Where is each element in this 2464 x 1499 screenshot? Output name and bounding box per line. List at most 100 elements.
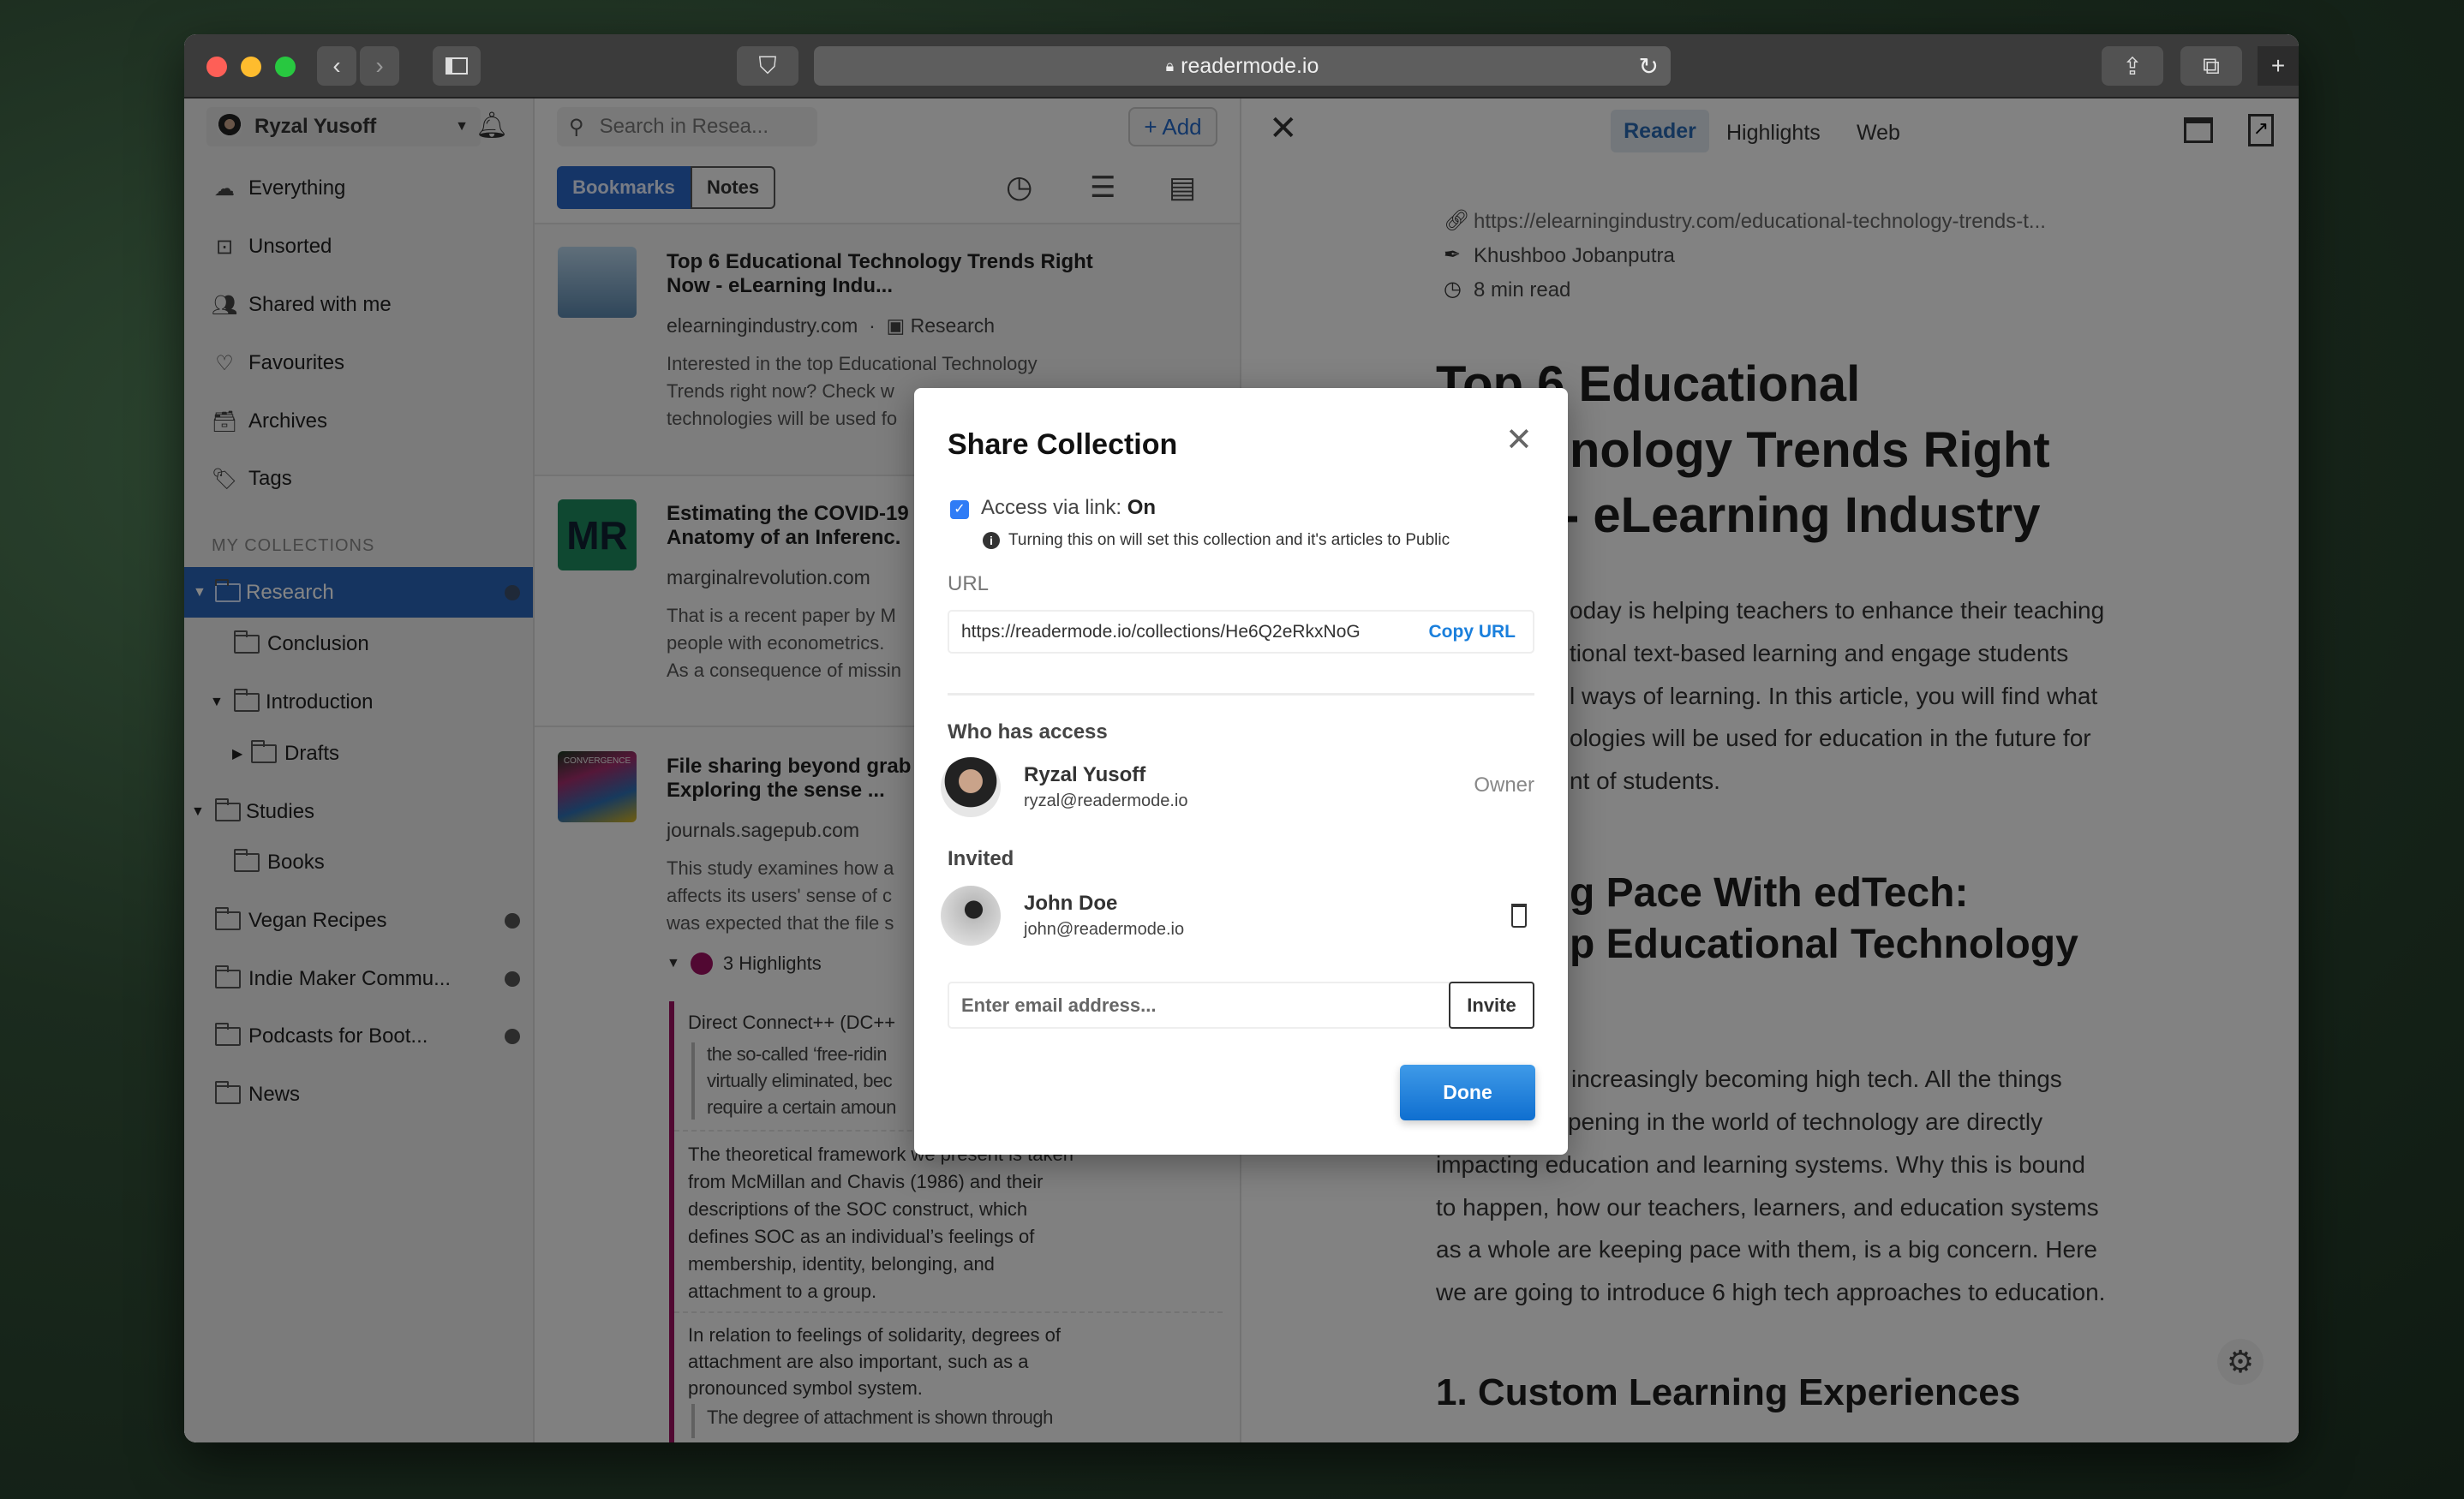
highlight-note: The degree of attachment is shown throug… — [707, 1406, 1053, 1428]
search-input[interactable]: ⚲ Search in Resea... — [557, 107, 817, 146]
new-tab-button[interactable]: + — [2258, 46, 2299, 86]
sidebar-item-label: Unsorted — [248, 235, 332, 258]
window-layout-icon[interactable] — [2184, 117, 2213, 143]
view-mode-icon[interactable]: ▤ — [1169, 170, 1196, 205]
sidebar: Ryzal Yusoff ▼ 🔔︎ ☁︎ Everything ⊡ Unsorted… — [184, 99, 535, 1442]
collection-drafts[interactable]: ▶ Drafts — [184, 731, 533, 777]
collection-studies[interactable]: ▼ Studies — [184, 789, 533, 835]
tab-web[interactable]: Web — [1857, 121, 1900, 146]
shared-folder-icon: ▣ — [886, 314, 906, 337]
item-description: That is a recent paper by Mpeople with e… — [667, 605, 901, 681]
sidebar-item-label: Tags — [248, 467, 292, 490]
share-button[interactable]: ⇪ — [2102, 46, 2163, 86]
collection-label: Research — [246, 580, 334, 604]
globe-icon — [505, 1029, 520, 1044]
caret-right-icon[interactable]: ▶ — [232, 745, 242, 762]
article-url[interactable]: https://elearningindustry.com/educationa… — [1474, 210, 2046, 234]
collection-news[interactable]: News — [184, 1072, 533, 1118]
collection-label: Books — [267, 851, 325, 874]
sidebar-item-everything[interactable]: ☁︎ Everything — [184, 165, 533, 212]
article-heading: 1. Custom Learning Experiences — [1436, 1371, 2021, 1413]
collection-indie-maker[interactable]: Indie Maker Commu... — [184, 956, 533, 1002]
collection-research[interactable]: ▼ Research — [184, 567, 533, 618]
tabs-icon: ⧉ — [2203, 51, 2220, 79]
collection-label: Podcasts for Boot... — [248, 1024, 428, 1048]
owner-role: Owner — [1474, 773, 1534, 797]
collection-vegan-recipes[interactable]: Vegan Recipes — [184, 898, 533, 944]
caret-down-icon[interactable]: ▼ — [210, 695, 224, 710]
url-field[interactable]: https://readermode.io/collections/He6Q2e… — [948, 610, 1534, 654]
sidebar-item-unsorted[interactable]: ⊡ Unsorted — [184, 224, 533, 270]
info-text: Turning this on will set this collection… — [1008, 531, 1450, 549]
settings-gear-icon[interactable]: ⚙ — [2217, 1339, 2264, 1385]
shared-folder-icon — [232, 630, 261, 655]
close-icon[interactable]: ✕ — [1269, 109, 1298, 148]
privacy-button[interactable]: ⛉ — [737, 46, 798, 86]
url-label: URL — [948, 572, 990, 595]
address-text: readermode.io — [1181, 53, 1319, 78]
article-text: tional text-based learning and engage st… — [1570, 640, 2069, 666]
folder-icon — [213, 965, 242, 990]
sidebar-item-tags[interactable]: 🏷︎ Tags — [184, 456, 533, 502]
copy-url-button[interactable]: Copy URL — [1429, 622, 1516, 642]
open-external-icon[interactable]: ↗ — [2248, 114, 2274, 146]
search-placeholder: Search in Resea... — [599, 115, 769, 138]
collection-introduction[interactable]: ▼ Introduction — [184, 679, 533, 726]
sidebar-item-shared[interactable]: 👥︎ Shared with me — [184, 282, 533, 328]
sidebar-toggle-button[interactable] — [433, 46, 481, 86]
tab-reader[interactable]: Reader — [1611, 110, 1709, 152]
tab-bookmarks[interactable]: Bookmarks — [557, 166, 691, 209]
item-collection: Research — [910, 314, 996, 337]
reload-icon[interactable]: ↻ — [1639, 52, 1659, 81]
sidebar-item-label: Everything — [248, 176, 346, 200]
invite-button[interactable]: Invite — [1449, 982, 1534, 1029]
tabs-overview-button[interactable]: ⧉ — [2180, 46, 2242, 86]
article-text: ologies will be used for education in th… — [1570, 725, 2091, 751]
back-button[interactable]: ‹ — [317, 46, 356, 86]
sidebar-item-archives[interactable]: 🗃︎ Archives — [184, 398, 533, 445]
caret-down-icon[interactable]: ▼ — [193, 585, 206, 600]
tab-highlights[interactable]: Highlights — [1726, 121, 1821, 146]
collection-podcasts[interactable]: Podcasts for Boot... — [184, 1013, 533, 1060]
article-text: as a whole are keeping pace with them, i… — [1436, 1236, 2097, 1263]
section-title: MY COLLECTIONS — [212, 536, 375, 555]
access-link-checkbox[interactable]: ✓ — [950, 500, 969, 519]
email-input[interactable]: Enter email address... Invite — [948, 982, 1534, 1029]
add-button[interactable]: + Add — [1128, 107, 1217, 146]
close-icon[interactable]: ✕ — [1505, 421, 1533, 459]
close-window-button[interactable] — [206, 57, 227, 77]
tab-notes[interactable]: Notes — [691, 166, 775, 209]
highlight-color-dot — [690, 953, 713, 975]
bell-icon[interactable]: 🔔︎ — [475, 110, 508, 140]
invitee-email: john@readermode.io — [1024, 920, 1185, 939]
highlights-toggle[interactable]: ▼ 3 Highlights — [667, 953, 822, 975]
filter-sliders-icon[interactable]: ☰ — [1090, 170, 1115, 205]
share-collection-dialog: Share Collection ✕ ✓ Access via link: On… — [914, 388, 1568, 1155]
highlight-text: Direct Connect++ (DC++ — [688, 1012, 896, 1033]
account-switcher[interactable]: Ryzal Yusoff ▼ — [206, 107, 481, 146]
forward-button[interactable]: › — [360, 46, 399, 86]
collection-label: Conclusion — [267, 632, 369, 655]
tag-icon: 🏷︎ — [211, 467, 238, 491]
address-bar[interactable]: 🔒︎ readermode.io ↻ — [814, 46, 1671, 86]
collection-conclusion[interactable]: Conclusion — [184, 621, 533, 667]
clock-icon[interactable]: ◷ — [1006, 169, 1032, 205]
zoom-window-button[interactable] — [275, 57, 296, 77]
highlight-text: The theoretical framework we present is … — [688, 1144, 1074, 1302]
trash-icon[interactable] — [1511, 904, 1527, 928]
article-text: we are going to introduce 6 high tech ap… — [1436, 1279, 2106, 1305]
item-title: File sharing beyond grab Exploring the se… — [667, 755, 912, 802]
minimize-window-button[interactable] — [241, 57, 261, 77]
article-heading: p Educational Technology — [1570, 922, 2078, 967]
item-title: Estimating the COVID-19 Anatomy of an Inf… — [667, 502, 909, 549]
caret-down-icon[interactable]: ▼ — [191, 804, 205, 820]
collection-books[interactable]: Books — [184, 839, 533, 886]
user-name: Ryzal Yusoff — [254, 115, 377, 138]
share-icon: ⇪ — [2122, 52, 2143, 80]
browser-toolbar: ‹ › ⛉ 🔒︎ readermode.io ↻ ⇪ ⧉ + — [184, 34, 2299, 99]
chevron-left-icon: ‹ — [332, 52, 341, 79]
highlight-bar — [669, 1001, 674, 1442]
done-button[interactable]: Done — [1400, 1065, 1535, 1120]
folder-icon — [213, 798, 242, 823]
sidebar-item-favourites[interactable]: ♡ Favourites — [184, 340, 533, 386]
